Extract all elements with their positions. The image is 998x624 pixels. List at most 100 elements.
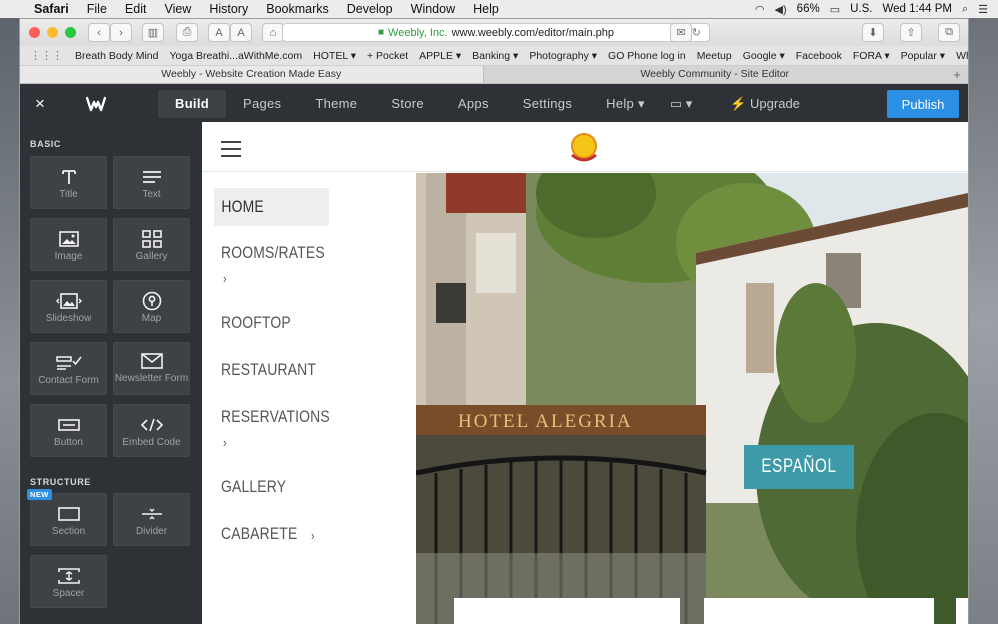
sidebar-button[interactable]: ▥ [142,23,164,42]
tile-label: Newsletter Form [114,373,189,384]
slideshow-icon [31,289,106,313]
tab-overview-button[interactable]: ⧉ [938,23,960,42]
share-button[interactable]: ⇧ [900,23,922,42]
new-badge: NEW [27,489,52,500]
address-bar[interactable]: ■ Weebly, Inc. www.weebly.com/editor/mai… [282,23,710,42]
grid-icon[interactable]: ⋮⋮⋮ [30,49,63,62]
spacer-element-tile[interactable]: Spacer [30,555,107,608]
downloads-button[interactable]: ⬇ [862,23,884,42]
bookmark-item[interactable]: Google ▾ [743,50,785,62]
bookmark-item[interactable]: WhatsApp Web [956,50,968,62]
home-button[interactable]: ⌂ [262,23,284,42]
newsletter-form-element-tile[interactable]: Newsletter Form [113,342,190,395]
chevron-right-icon[interactable]: › [223,271,227,286]
tab-theme[interactable]: Theme [298,90,374,118]
tab-pages[interactable]: Pages [226,90,298,118]
bookmark-item[interactable]: GO Phone log in [608,50,686,62]
menu-file[interactable]: File [78,2,116,16]
embed-code-element-tile[interactable]: Embed Code [113,404,190,457]
locale-label[interactable]: U.S. [850,3,872,15]
tile-label: Title [59,189,78,200]
battery-percent[interactable]: 66% [797,3,820,15]
bookmark-item[interactable]: + Pocket [367,50,408,62]
bookmark-item[interactable]: HOTEL ▾ [313,50,356,62]
site-nav-rooms-rates[interactable]: ROOMS/RATES [221,243,325,263]
chevron-right-icon[interactable]: › [311,528,315,543]
battery-icon[interactable]: ▭ [830,3,840,16]
minimize-window-button[interactable] [47,27,58,38]
new-tab-button[interactable]: + [946,66,968,83]
bookmark-item[interactable]: APPLE ▾ [419,50,461,62]
notification-center-icon[interactable]: ☰ [978,3,988,16]
tab-settings[interactable]: Settings [506,90,589,118]
bookmark-item[interactable]: Popular ▾ [901,50,945,62]
menu-bookmarks[interactable]: Bookmarks [257,2,338,16]
map-element-tile[interactable]: Map [113,280,190,333]
bookmark-item[interactable]: Breath Body Mind [75,50,158,62]
divider-element-tile[interactable]: Divider [113,493,190,546]
slideshow-element-tile[interactable]: Slideshow [30,280,107,333]
tab-weebly[interactable]: Weebly - Website Creation Made Easy [20,66,484,83]
text-smaller-button[interactable]: A [208,23,230,42]
title-element-tile[interactable]: Title [30,156,107,209]
zoom-window-button[interactable] [65,27,76,38]
tab-help[interactable]: Help ▾ [589,90,662,118]
menu-view[interactable]: View [155,2,200,16]
spotlight-icon[interactable]: ⌕ [962,3,968,16]
upgrade-button[interactable]: ⚡ Upgrade [730,96,800,112]
wifi-icon[interactable]: ◠ [755,3,765,16]
menu-window[interactable]: Window [402,2,464,16]
menu-develop[interactable]: Develop [338,2,402,16]
close-window-button[interactable] [29,27,40,38]
hero-image-hotel-alegria[interactable]: HOTEL ALEGRIA ESPAÑOL [416,173,968,624]
site-nav-rooftop[interactable]: ROOFTOP [221,313,291,333]
hero-photo: HOTEL ALEGRIA [416,173,968,624]
tab-apps[interactable]: Apps [441,90,506,118]
device-preview-toggle[interactable]: ▭ ▾ [670,96,692,112]
bookmark-item[interactable]: Photography ▾ [529,50,597,62]
bookmark-item[interactable]: Facebook [796,50,842,62]
chevron-right-icon[interactable]: › [223,435,227,450]
share-mail-button[interactable]: ✉ [670,23,692,42]
site-nav-gallery[interactable]: GALLERY [221,477,286,497]
gallery-grid-icon [114,227,189,251]
back-button[interactable]: ‹ [88,23,110,42]
tile-label: Map [141,313,162,324]
site-nav-cabarete[interactable]: CABARETE [221,524,297,544]
clock[interactable]: Wed 1:44 PM [882,3,951,15]
tab-weebly-community[interactable]: Weebly Community - Site Editor [484,66,947,83]
bookmark-item[interactable]: Meetup [697,50,732,62]
text-larger-button[interactable]: A [230,23,252,42]
site-canvas[interactable]: HOME ROOMS/RATES › ROOFTOP RESTAURANT RE… [202,122,968,624]
volume-icon[interactable]: ◀) [775,3,787,16]
tab-store[interactable]: Store [374,90,441,118]
button-element-tile[interactable]: Button [30,404,107,457]
menu-safari[interactable]: Safari [28,2,78,16]
contact-form-element-tile[interactable]: Contact Form [30,342,107,395]
menu-history[interactable]: History [200,2,257,16]
forward-button[interactable]: › [110,23,132,42]
image-element-tile[interactable]: Image [30,218,107,271]
bookmark-item[interactable]: Banking ▾ [472,50,518,62]
site-nav-restaurant[interactable]: RESTAURANT [221,360,316,380]
section-icon [31,502,106,526]
close-editor-button[interactable]: × [20,94,60,114]
menu-help[interactable]: Help [464,2,508,16]
hamburger-menu-icon[interactable] [221,141,241,162]
chevron-right-icon: › [119,26,123,39]
tab-build[interactable]: Build [158,90,226,118]
publish-button[interactable]: Publish [887,90,959,118]
site-nav-reservations[interactable]: RESERVATIONS [221,407,330,427]
text-element-tile[interactable]: Text [113,156,190,209]
menu-edit[interactable]: Edit [116,2,156,16]
button-icon [31,413,106,437]
bookmark-item[interactable]: FORA ▾ [853,50,890,62]
hotel-alegria-logo[interactable] [567,131,601,165]
espanol-language-button[interactable]: ESPAÑOL [744,445,854,489]
gallery-element-tile[interactable]: Gallery [113,218,190,271]
section-element-tile[interactable]: NEW Section [27,489,107,546]
print-button[interactable]: ⎙ [176,23,198,42]
site-nav-home[interactable]: HOME [214,188,329,226]
bookmark-item[interactable]: Yoga Breathi...aWithMe.com [169,50,302,62]
reload-icon[interactable]: ↻ [692,26,701,39]
